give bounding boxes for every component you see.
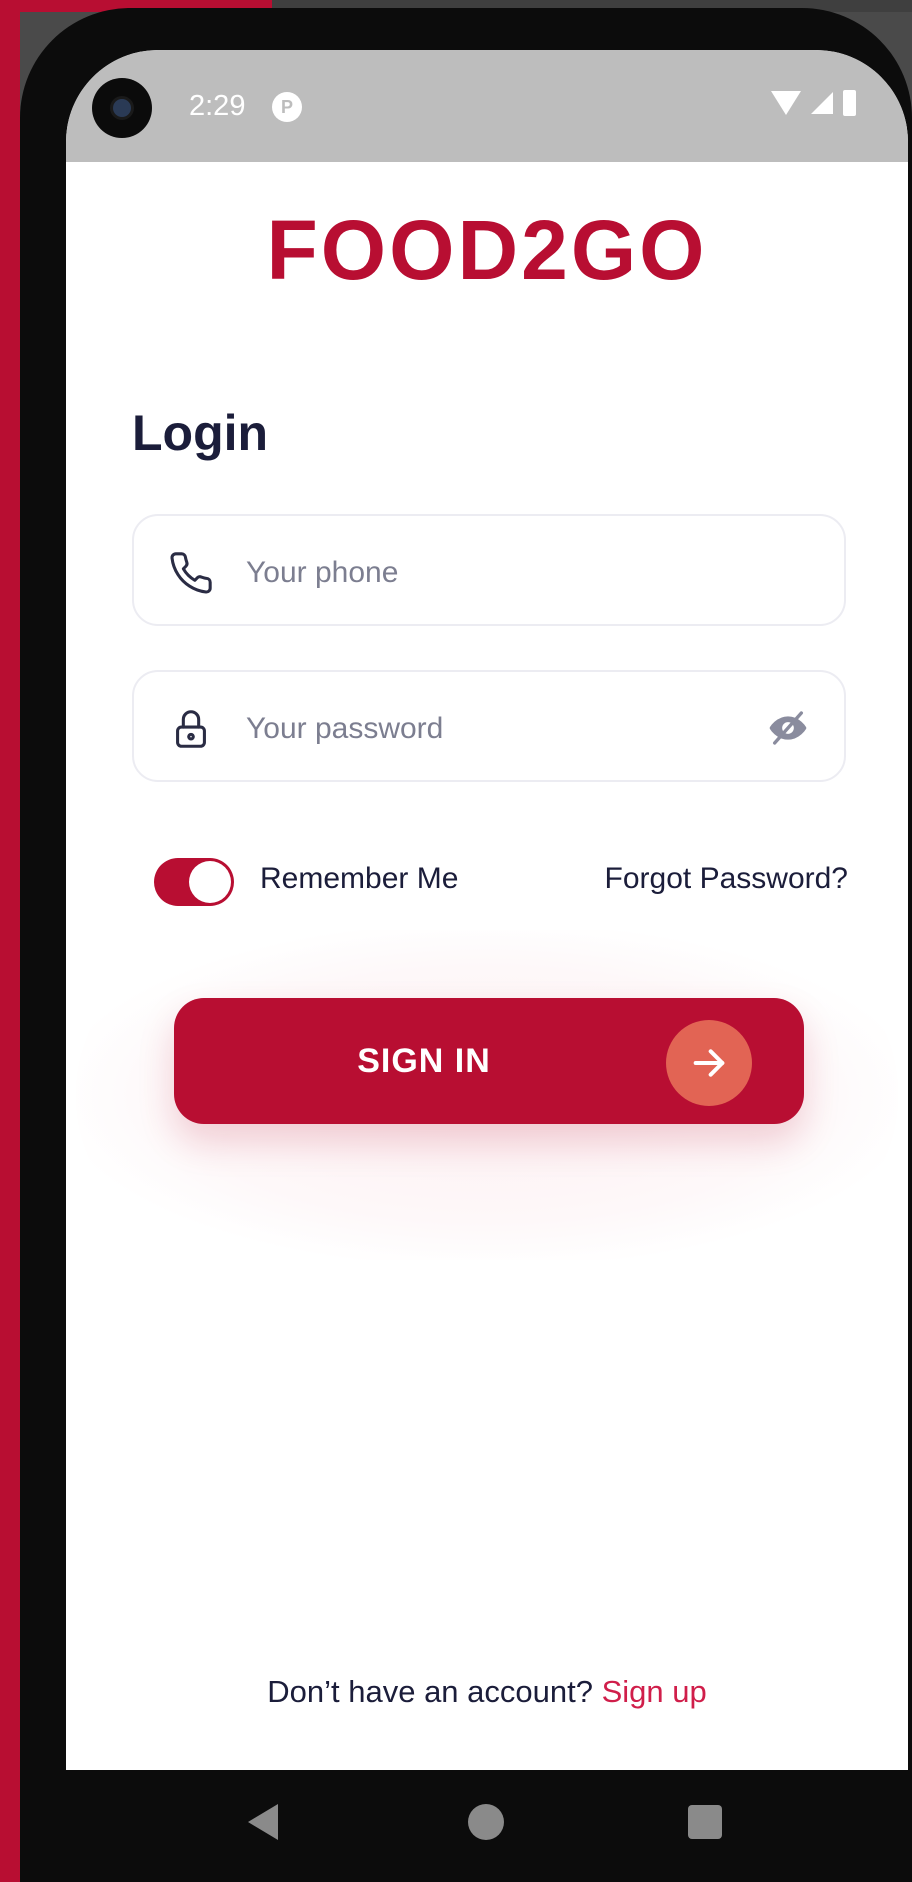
battery-icon [843,90,856,116]
app-notification-icon: P [272,92,302,122]
status-bar: 2:29 P [66,50,908,162]
sign-in-button[interactable]: SIGN IN [174,998,804,1124]
app-screen: 2:29 P FOOD2GO Login Your phone Remember… [66,50,908,1770]
toggle-knob [189,861,231,903]
nav-recents-icon[interactable] [688,1805,722,1839]
signup-prompt-text: Don’t have an account? [267,1674,593,1709]
sign-up-link[interactable]: Sign up [602,1674,707,1709]
nav-back-icon[interactable] [248,1804,278,1840]
app-logo: FOOD2GO [266,203,708,297]
remember-me-toggle[interactable] [154,858,234,906]
arrow-right-icon [666,1020,752,1106]
cell-signal-icon [811,92,833,114]
wifi-icon [771,91,801,115]
phone-frame: 2:29 P FOOD2GO Login Your phone Remember… [20,8,912,1882]
password-input[interactable] [244,704,728,754]
phone-icon [170,552,212,594]
sign-in-label: SIGN IN [357,1042,491,1080]
system-icons [771,90,856,116]
phone-input[interactable] [244,548,728,598]
remember-me-label: Remember Me [260,862,459,895]
signup-prompt: Don’t have an account? Sign up [66,1674,908,1710]
phone-field[interactable] [132,514,846,626]
eye-off-icon[interactable] [766,708,810,748]
password-field[interactable] [132,670,846,782]
status-time: 2:29 [189,90,246,122]
forgot-password-link[interactable]: Forgot Password? [605,862,848,896]
nav-home-icon[interactable] [468,1804,504,1840]
front-camera [92,78,152,138]
lock-icon [176,710,206,748]
background-left-strip [0,0,20,1882]
page-title: Login [132,405,269,461]
